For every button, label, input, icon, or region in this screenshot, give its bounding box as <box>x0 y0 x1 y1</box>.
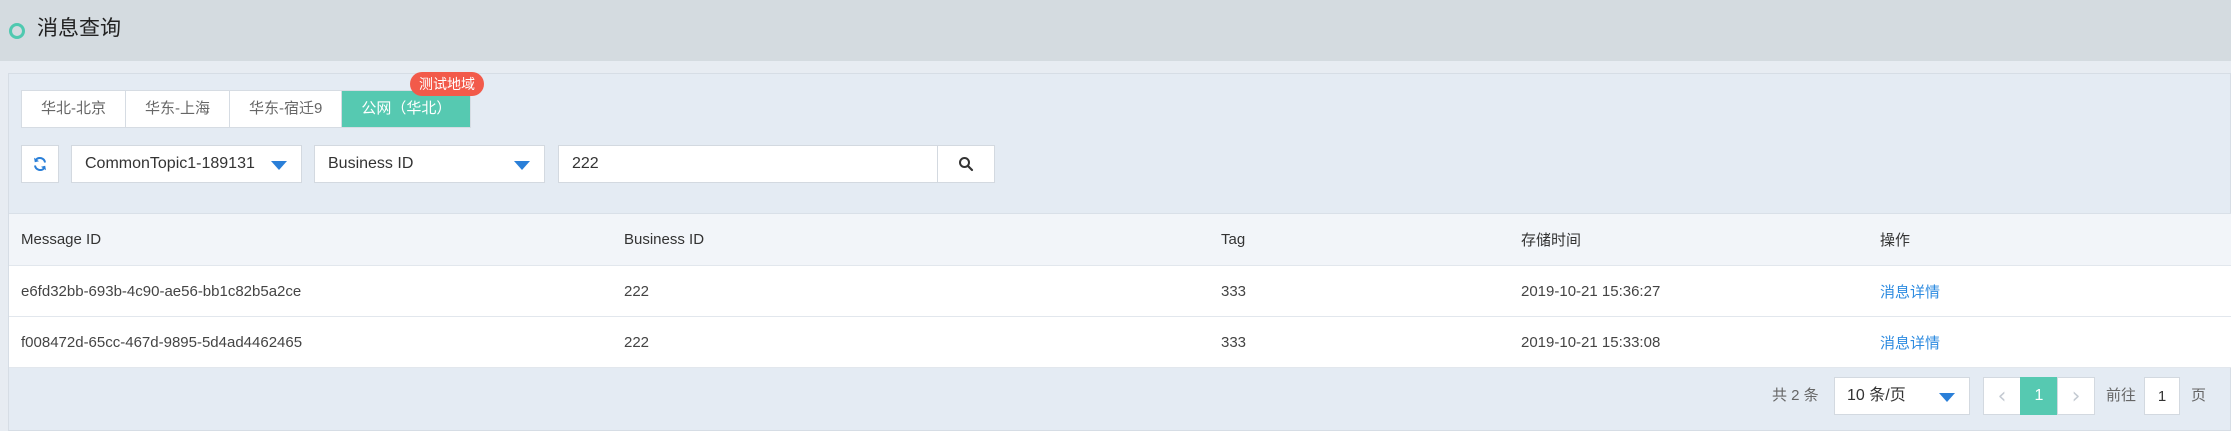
business-id-cell: 222 <box>624 282 650 300</box>
message-id-cell: f008472d-65cc-467d-9895-5d4ad4462465 <box>21 333 303 351</box>
goto-page-input[interactable] <box>2144 377 2180 415</box>
search-type-value: Business ID <box>328 155 414 172</box>
page-size-select[interactable]: 10 条/页 <box>1834 377 1970 415</box>
message-id-cell: e6fd32bb-693b-4c90-ae56-bb1c82b5a2ce <box>21 282 302 300</box>
total-count: 共 2 条 <box>1772 387 1819 404</box>
storage-time-cell: 2019-10-21 15:33:08 <box>1521 333 1661 351</box>
page-title: 消息查询 <box>37 17 121 40</box>
next-page-button[interactable]: › <box>2057 377 2095 415</box>
caret-down-icon <box>514 161 530 170</box>
search-icon <box>959 157 974 172</box>
topic-select[interactable]: CommonTopic1-189131 <box>71 145 302 183</box>
goto-label: 前往 <box>2106 387 2137 404</box>
page-suffix: 页 <box>2191 387 2207 404</box>
topic-select-value: CommonTopic1-189131 <box>85 155 255 172</box>
table-row: f008472d-65cc-467d-9895-5d4ad4462465 222… <box>9 317 2231 368</box>
tab-region-beijing[interactable]: 华北-北京 <box>22 91 126 127</box>
storage-time-cell: 2019-10-21 15:36:27 <box>1521 282 1661 300</box>
refresh-icon <box>34 157 46 171</box>
column-header: Business ID <box>624 231 705 248</box>
table-header: Message ID Business ID Tag 存储时间 操作 <box>9 214 2231 266</box>
page-number-current[interactable]: 1 <box>2020 377 2058 415</box>
business-id-cell: 222 <box>624 333 650 351</box>
chevron-right-icon: › <box>2071 383 2081 409</box>
caret-down-icon <box>1939 393 1955 402</box>
search-input[interactable] <box>558 145 938 183</box>
test-region-badge: 测试地域 <box>410 72 484 96</box>
tag-cell: 333 <box>1221 282 1247 300</box>
tag-cell: 333 <box>1221 333 1247 351</box>
region-tabs: 华北-北京 华东-上海 华东-宿迁9 公网（华北） <box>21 90 472 128</box>
column-header: 存储时间 <box>1521 232 1582 249</box>
tab-region-shanghai[interactable]: 华东-上海 <box>126 91 230 127</box>
chevron-left-icon: ‹ <box>1997 383 2007 409</box>
column-header: 操作 <box>1880 232 1911 249</box>
refresh-button[interactable] <box>21 145 59 183</box>
column-header: Tag <box>1221 231 1246 248</box>
ring-icon <box>9 23 25 39</box>
prev-page-button[interactable]: ‹ <box>1983 377 2021 415</box>
tab-region-public-north[interactable]: 公网（华北） <box>342 91 471 127</box>
tab-region-suqian[interactable]: 华东-宿迁9 <box>230 91 343 127</box>
search-button[interactable] <box>937 145 995 183</box>
page-header <box>0 0 2231 61</box>
caret-down-icon <box>271 161 287 170</box>
table-row: e6fd32bb-693b-4c90-ae56-bb1c82b5a2ce 222… <box>9 266 2231 317</box>
message-detail-link[interactable]: 消息详情 <box>1880 335 1940 352</box>
message-detail-link[interactable]: 消息详情 <box>1880 284 1940 301</box>
message-table: Message ID Business ID Tag 存储时间 操作 e6fd3… <box>9 213 2231 368</box>
search-type-select[interactable]: Business ID <box>314 145 545 183</box>
column-header: Message ID <box>21 231 102 248</box>
page-size-value: 10 条/页 <box>1847 387 1906 404</box>
